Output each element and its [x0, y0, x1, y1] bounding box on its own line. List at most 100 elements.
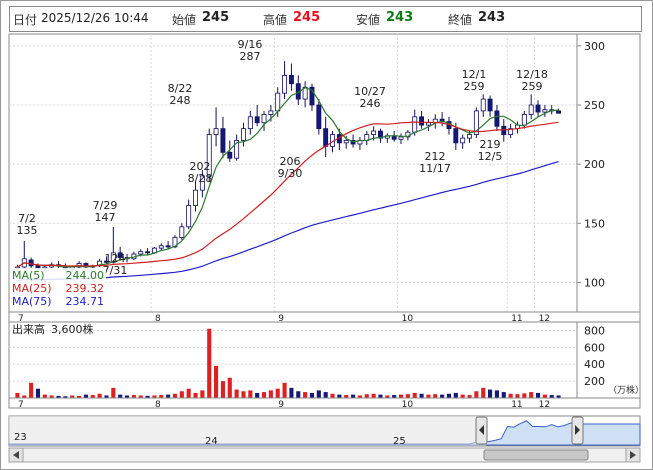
- candle-body: [556, 110, 562, 114]
- volume-label: 出来高 3,600株: [12, 322, 94, 336]
- price-tick-label: 150: [584, 217, 605, 230]
- volume-unit: （万株）: [608, 384, 644, 396]
- volume-bar: [515, 394, 520, 398]
- candle-body: [282, 75, 288, 94]
- candle-body: [323, 128, 329, 147]
- scrollbar-thumb[interactable]: [483, 449, 589, 461]
- volume-bar: [241, 391, 246, 398]
- price-tick-label: 250: [584, 99, 605, 112]
- volume-panel: [8, 321, 641, 399]
- volume-bar: [453, 392, 458, 398]
- volume-bar: [337, 394, 342, 398]
- volume-bar: [529, 392, 534, 398]
- candle-body: [425, 122, 431, 126]
- volume-bar: [474, 391, 479, 398]
- volume-bar: [207, 328, 212, 398]
- volume-bar: [508, 393, 513, 398]
- annotation-date: 12/5: [478, 150, 503, 163]
- volume-bar: [186, 388, 191, 398]
- volume-bar: [398, 394, 404, 398]
- volume-bar: [481, 387, 486, 398]
- volume-bar: [323, 392, 328, 398]
- candle-body: [371, 130, 377, 135]
- candle-body: [179, 226, 185, 238]
- candle-body: [145, 251, 151, 254]
- annotation-date: 7/31: [103, 264, 128, 277]
- volume-bar: [255, 392, 260, 398]
- volume-bar: [261, 392, 267, 398]
- candle-body: [288, 75, 294, 85]
- volume-month-label: 9: [278, 400, 284, 410]
- volume-bar: [268, 390, 273, 398]
- volume-bar: [371, 393, 376, 398]
- annotation-date: 8/28: [188, 172, 213, 185]
- volume-bar: [289, 387, 294, 398]
- ma-legend-value: 244.00: [66, 269, 105, 282]
- volume-bar: [214, 365, 219, 398]
- candle-body: [247, 116, 253, 130]
- volume-bar: [330, 393, 335, 398]
- volume-bar: [15, 392, 20, 398]
- candle-body: [35, 265, 41, 269]
- candle-body: [460, 137, 466, 144]
- candle-body: [398, 136, 404, 140]
- volume-bar: [35, 388, 41, 398]
- volume-bar: [227, 377, 232, 398]
- candle-body: [138, 251, 144, 255]
- volume-tick-label: 800: [584, 324, 605, 337]
- annotation-price: 135: [17, 224, 38, 237]
- volume-bar: [426, 394, 431, 398]
- volume-bar: [446, 393, 452, 398]
- annotation-price: 246: [360, 97, 381, 110]
- volume-bar: [542, 394, 547, 398]
- volume-bar: [248, 390, 253, 398]
- volume-bar: [220, 381, 225, 398]
- volume-bar: [111, 387, 116, 398]
- volume-bar: [296, 391, 301, 398]
- volume-bar: [412, 392, 417, 398]
- candle-body: [227, 151, 233, 159]
- ma-legend-value: 239.32: [66, 282, 105, 295]
- volume-bar: [378, 394, 383, 398]
- volume-bar: [405, 394, 410, 398]
- volume-bar: [309, 392, 315, 398]
- volume-bar: [303, 392, 308, 398]
- candle-body: [412, 116, 418, 133]
- price-tick-label: 100: [584, 276, 605, 289]
- volume-bar: [440, 394, 445, 398]
- volume-bar: [419, 393, 424, 398]
- annotation-date: 9/30: [278, 167, 303, 180]
- volume-bar: [494, 390, 499, 398]
- candle-body: [480, 98, 486, 112]
- candle-body: [316, 104, 322, 130]
- ma-legend-label: MA(75): [12, 295, 52, 308]
- volume-month-label: 10: [402, 400, 414, 410]
- candle-body: [165, 245, 171, 248]
- volume-bar: [275, 388, 280, 398]
- candle-body: [467, 134, 472, 139]
- volume-bar: [501, 392, 506, 398]
- volume-bar: [522, 393, 527, 398]
- candle-body: [220, 128, 226, 153]
- annotation-price: 287: [240, 50, 261, 63]
- volume-bar: [172, 393, 178, 398]
- candle-body: [453, 128, 459, 144]
- volume-tick-label: 600: [584, 341, 605, 354]
- candle-body: [268, 110, 274, 115]
- volume-bar: [193, 392, 198, 398]
- annotation-price: 259: [464, 80, 485, 93]
- volume-bar: [29, 382, 34, 398]
- volume-bar: [166, 394, 171, 398]
- volume-bar: [234, 389, 239, 398]
- annotation-price: 259: [522, 80, 543, 93]
- navigator-unselected: [9, 416, 486, 446]
- candle-body: [343, 140, 349, 144]
- price-tick-label: 300: [584, 40, 605, 53]
- volume-month-label: 8: [155, 400, 161, 410]
- candle-body: [186, 205, 192, 228]
- volume-bar: [535, 392, 541, 398]
- volume-bar: [118, 394, 123, 398]
- candle-body: [521, 114, 527, 126]
- volume-bar: [351, 394, 356, 398]
- ma-legend-label: MA(25): [12, 282, 52, 295]
